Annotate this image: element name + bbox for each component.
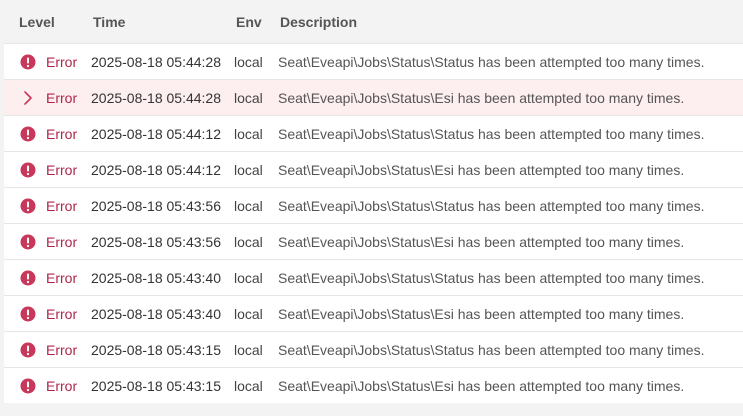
level-cell: Error — [4, 270, 91, 286]
error-icon — [20, 54, 36, 70]
table-row[interactable]: Error 2025-08-18 05:43:15 local Seat\Eveapi… — [4, 367, 743, 403]
description-cell: Seat\Eveapi\Jobs\Status\Esi has been att… — [278, 233, 685, 250]
error-icon — [20, 378, 36, 394]
column-header-description[interactable]: Description — [280, 14, 743, 30]
level-label: Error — [46, 377, 78, 394]
table-body: Error 2025-08-18 05:44:28 local Seat\Eveapi… — [0, 43, 743, 403]
level-label: Error — [46, 233, 78, 250]
table-row[interactable]: Error 2025-08-18 05:43:56 local Seat\Eveapi… — [4, 187, 743, 223]
table-row[interactable]: Error 2025-08-18 05:44:28 local Seat\Eveapi… — [4, 79, 743, 115]
chevron-right-icon[interactable] — [20, 90, 36, 106]
level-label: Error — [46, 89, 78, 106]
description-cell: Seat\Eveapi\Jobs\Status\Esi has been att… — [278, 161, 685, 178]
level-label: Error — [46, 161, 78, 178]
level-cell: Error — [4, 162, 91, 178]
description-cell: Seat\Eveapi\Jobs\Status\Esi has been att… — [278, 377, 685, 394]
env-cell: local — [234, 125, 263, 142]
description-cell: Seat\Eveapi\Jobs\Status\Status has been … — [278, 197, 705, 214]
level-label: Error — [46, 341, 78, 358]
time-cell: 2025-08-18 05:43:15 — [91, 341, 221, 358]
level-cell: Error — [4, 234, 91, 250]
level-cell: Error — [4, 378, 91, 394]
env-cell: local — [234, 89, 263, 106]
env-cell: local — [234, 161, 263, 178]
description-cell: Seat\Eveapi\Jobs\Status\Esi has been att… — [278, 305, 685, 322]
level-cell: Error — [4, 342, 91, 358]
time-cell: 2025-08-18 05:44:28 — [91, 53, 221, 70]
level-label: Error — [46, 305, 78, 322]
error-icon — [20, 234, 36, 250]
error-icon — [20, 198, 36, 214]
env-cell: local — [234, 197, 263, 214]
level-label: Error — [46, 125, 78, 142]
description-cell: Seat\Eveapi\Jobs\Status\Status has been … — [278, 341, 705, 358]
env-cell: local — [234, 233, 263, 250]
error-icon — [20, 306, 36, 322]
level-cell: Error — [4, 54, 91, 70]
time-cell: 2025-08-18 05:43:56 — [91, 233, 221, 250]
table-row[interactable]: Error 2025-08-18 05:44:12 local Seat\Eveapi… — [4, 151, 743, 187]
level-label: Error — [46, 197, 78, 214]
env-cell: local — [234, 341, 263, 358]
table-row[interactable]: Error 2025-08-18 05:44:28 local Seat\Eveapi… — [4, 43, 743, 79]
time-cell: 2025-08-18 05:44:12 — [91, 161, 221, 178]
level-label: Error — [46, 269, 78, 286]
env-cell: local — [234, 269, 263, 286]
level-cell: Error — [4, 306, 91, 322]
level-cell: Error — [4, 126, 91, 142]
env-cell: local — [234, 53, 263, 70]
table-row[interactable]: Error 2025-08-18 05:43:56 local Seat\Eveapi… — [4, 223, 743, 259]
column-header-time[interactable]: Time — [93, 14, 236, 30]
error-icon — [20, 342, 36, 358]
column-header-env[interactable]: Env — [236, 14, 280, 30]
table-row[interactable]: Error 2025-08-18 05:43:15 local Seat\Eveapi… — [4, 331, 743, 367]
log-table: Level Time Env Description Error 2025-08-… — [0, 0, 743, 403]
env-cell: local — [234, 377, 263, 394]
time-cell: 2025-08-18 05:43:40 — [91, 305, 221, 322]
time-cell: 2025-08-18 05:43:56 — [91, 197, 221, 214]
error-icon — [20, 162, 36, 178]
time-cell: 2025-08-18 05:43:15 — [91, 377, 221, 394]
level-cell: Error — [4, 90, 91, 106]
table-row[interactable]: Error 2025-08-18 05:43:40 local Seat\Eveapi… — [4, 295, 743, 331]
column-header-level[interactable]: Level — [0, 14, 93, 30]
table-header: Level Time Env Description — [0, 0, 743, 43]
description-cell: Seat\Eveapi\Jobs\Status\Esi has been att… — [278, 89, 685, 106]
env-cell: local — [234, 305, 263, 322]
table-row[interactable]: Error 2025-08-18 05:44:12 local Seat\Eveapi… — [4, 115, 743, 151]
error-icon — [20, 126, 36, 142]
description-cell: Seat\Eveapi\Jobs\Status\Status has been … — [278, 269, 705, 286]
description-cell: Seat\Eveapi\Jobs\Status\Status has been … — [278, 53, 705, 70]
time-cell: 2025-08-18 05:43:40 — [91, 269, 221, 286]
table-row[interactable]: Error 2025-08-18 05:43:40 local Seat\Eveapi… — [4, 259, 743, 295]
error-icon — [20, 270, 36, 286]
time-cell: 2025-08-18 05:44:12 — [91, 125, 221, 142]
level-label: Error — [46, 53, 78, 70]
level-cell: Error — [4, 198, 91, 214]
time-cell: 2025-08-18 05:44:28 — [91, 89, 221, 106]
description-cell: Seat\Eveapi\Jobs\Status\Status has been … — [278, 125, 705, 142]
